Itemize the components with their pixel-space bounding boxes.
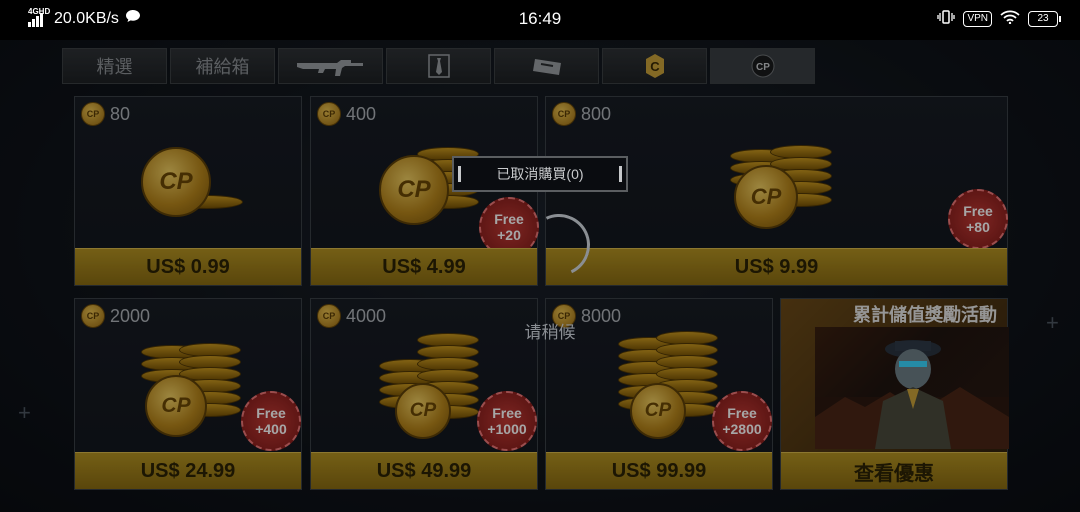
cp-amount: 80 xyxy=(110,103,131,124)
bonus-badge: Free +80 xyxy=(948,189,1008,249)
store-tabs: 精選 補給箱 C CP xyxy=(62,48,815,84)
tab-credits[interactable]: C xyxy=(602,48,707,84)
ticket-icon xyxy=(531,55,563,77)
cp-coin-illustration: CP xyxy=(377,329,487,441)
wifi-icon xyxy=(1000,10,1020,27)
game-store-screen: + + 精選 補給箱 C CP CP 80 CP US$ 0.99 CP 400… xyxy=(0,40,1080,512)
cp-amount: 800 xyxy=(581,103,612,124)
price-button[interactable]: US$ 4.99 xyxy=(311,248,537,285)
cp-pack-card[interactable]: CP 80 CP US$ 0.99 xyxy=(74,96,302,286)
cp-amount: 2000 xyxy=(110,305,151,326)
view-offers-button[interactable]: 查看優惠 xyxy=(781,452,1007,489)
vibrate-icon xyxy=(937,10,956,27)
price-button[interactable]: US$ 49.99 xyxy=(311,452,537,489)
price-button[interactable]: US$ 0.99 xyxy=(75,248,301,285)
bonus-badge: Free +2800 xyxy=(712,391,772,451)
svg-text:CP: CP xyxy=(756,62,770,73)
price-button[interactable]: US$ 99.99 xyxy=(546,452,772,489)
tab-tickets[interactable] xyxy=(494,48,599,84)
c-coin-icon: C xyxy=(644,53,666,79)
clock: 16:49 xyxy=(518,9,562,28)
cp-pack-card[interactable]: CP 2000 CP Free +400 US$ 24.99 xyxy=(74,298,302,490)
cp-coin-icon: CP xyxy=(552,102,576,126)
bonus-badge: Free +400 xyxy=(241,391,301,451)
cp-amount: 400 xyxy=(346,103,377,124)
cp-coin-illustration: CP xyxy=(139,339,249,439)
cp-coin-illustration: CP xyxy=(616,327,726,443)
cp-icon: CP xyxy=(751,54,775,78)
cp-coin-icon: CP xyxy=(81,102,105,126)
price-button[interactable]: US$ 9.99 xyxy=(546,248,1007,285)
cp-coin-illustration: CP xyxy=(139,145,249,225)
tab-cp[interactable]: CP xyxy=(710,48,815,84)
cp-amount: 4000 xyxy=(346,305,387,326)
promo-card[interactable]: 累計儲值獎勵活動 查看優惠 xyxy=(780,298,1009,490)
cp-coin-icon: CP xyxy=(81,304,105,328)
rifle-icon xyxy=(295,55,367,77)
loading-text: 请稍候 xyxy=(524,323,576,342)
price-button[interactable]: US$ 24.99 xyxy=(75,452,301,489)
promo-character-image xyxy=(815,327,1009,449)
cp-coin-icon: CP xyxy=(317,102,341,126)
cp-pack-card[interactable]: CP 4000 CP Free +1000 US$ 49.99 xyxy=(310,298,538,490)
battery-icon: 23 xyxy=(1028,10,1061,27)
promo-title: 累計儲值獎勵活動 xyxy=(853,305,997,325)
purchase-cancelled-toast: 已取消購買(0) xyxy=(452,156,628,192)
tie-icon xyxy=(427,54,450,78)
status-bar: 4GHD 20.0KB/s 16:49 VPN 23 xyxy=(0,0,1080,40)
cp-coin-icon: CP xyxy=(317,304,341,328)
tab-featured[interactable]: 精選 xyxy=(62,48,167,84)
plus-decoration: + xyxy=(18,400,31,425)
svg-text:C: C xyxy=(650,59,660,74)
tab-supply-crates[interactable]: 補給箱 xyxy=(170,48,275,84)
plus-decoration: + xyxy=(1046,310,1059,335)
tab-outfits[interactable] xyxy=(386,48,491,84)
cp-coin-illustration: CP xyxy=(724,141,844,236)
vpn-icon: VPN xyxy=(963,10,992,27)
status-right: VPN 23 xyxy=(937,10,1061,27)
tab-weapons[interactable] xyxy=(278,48,383,84)
bonus-badge: Free +1000 xyxy=(477,391,537,451)
